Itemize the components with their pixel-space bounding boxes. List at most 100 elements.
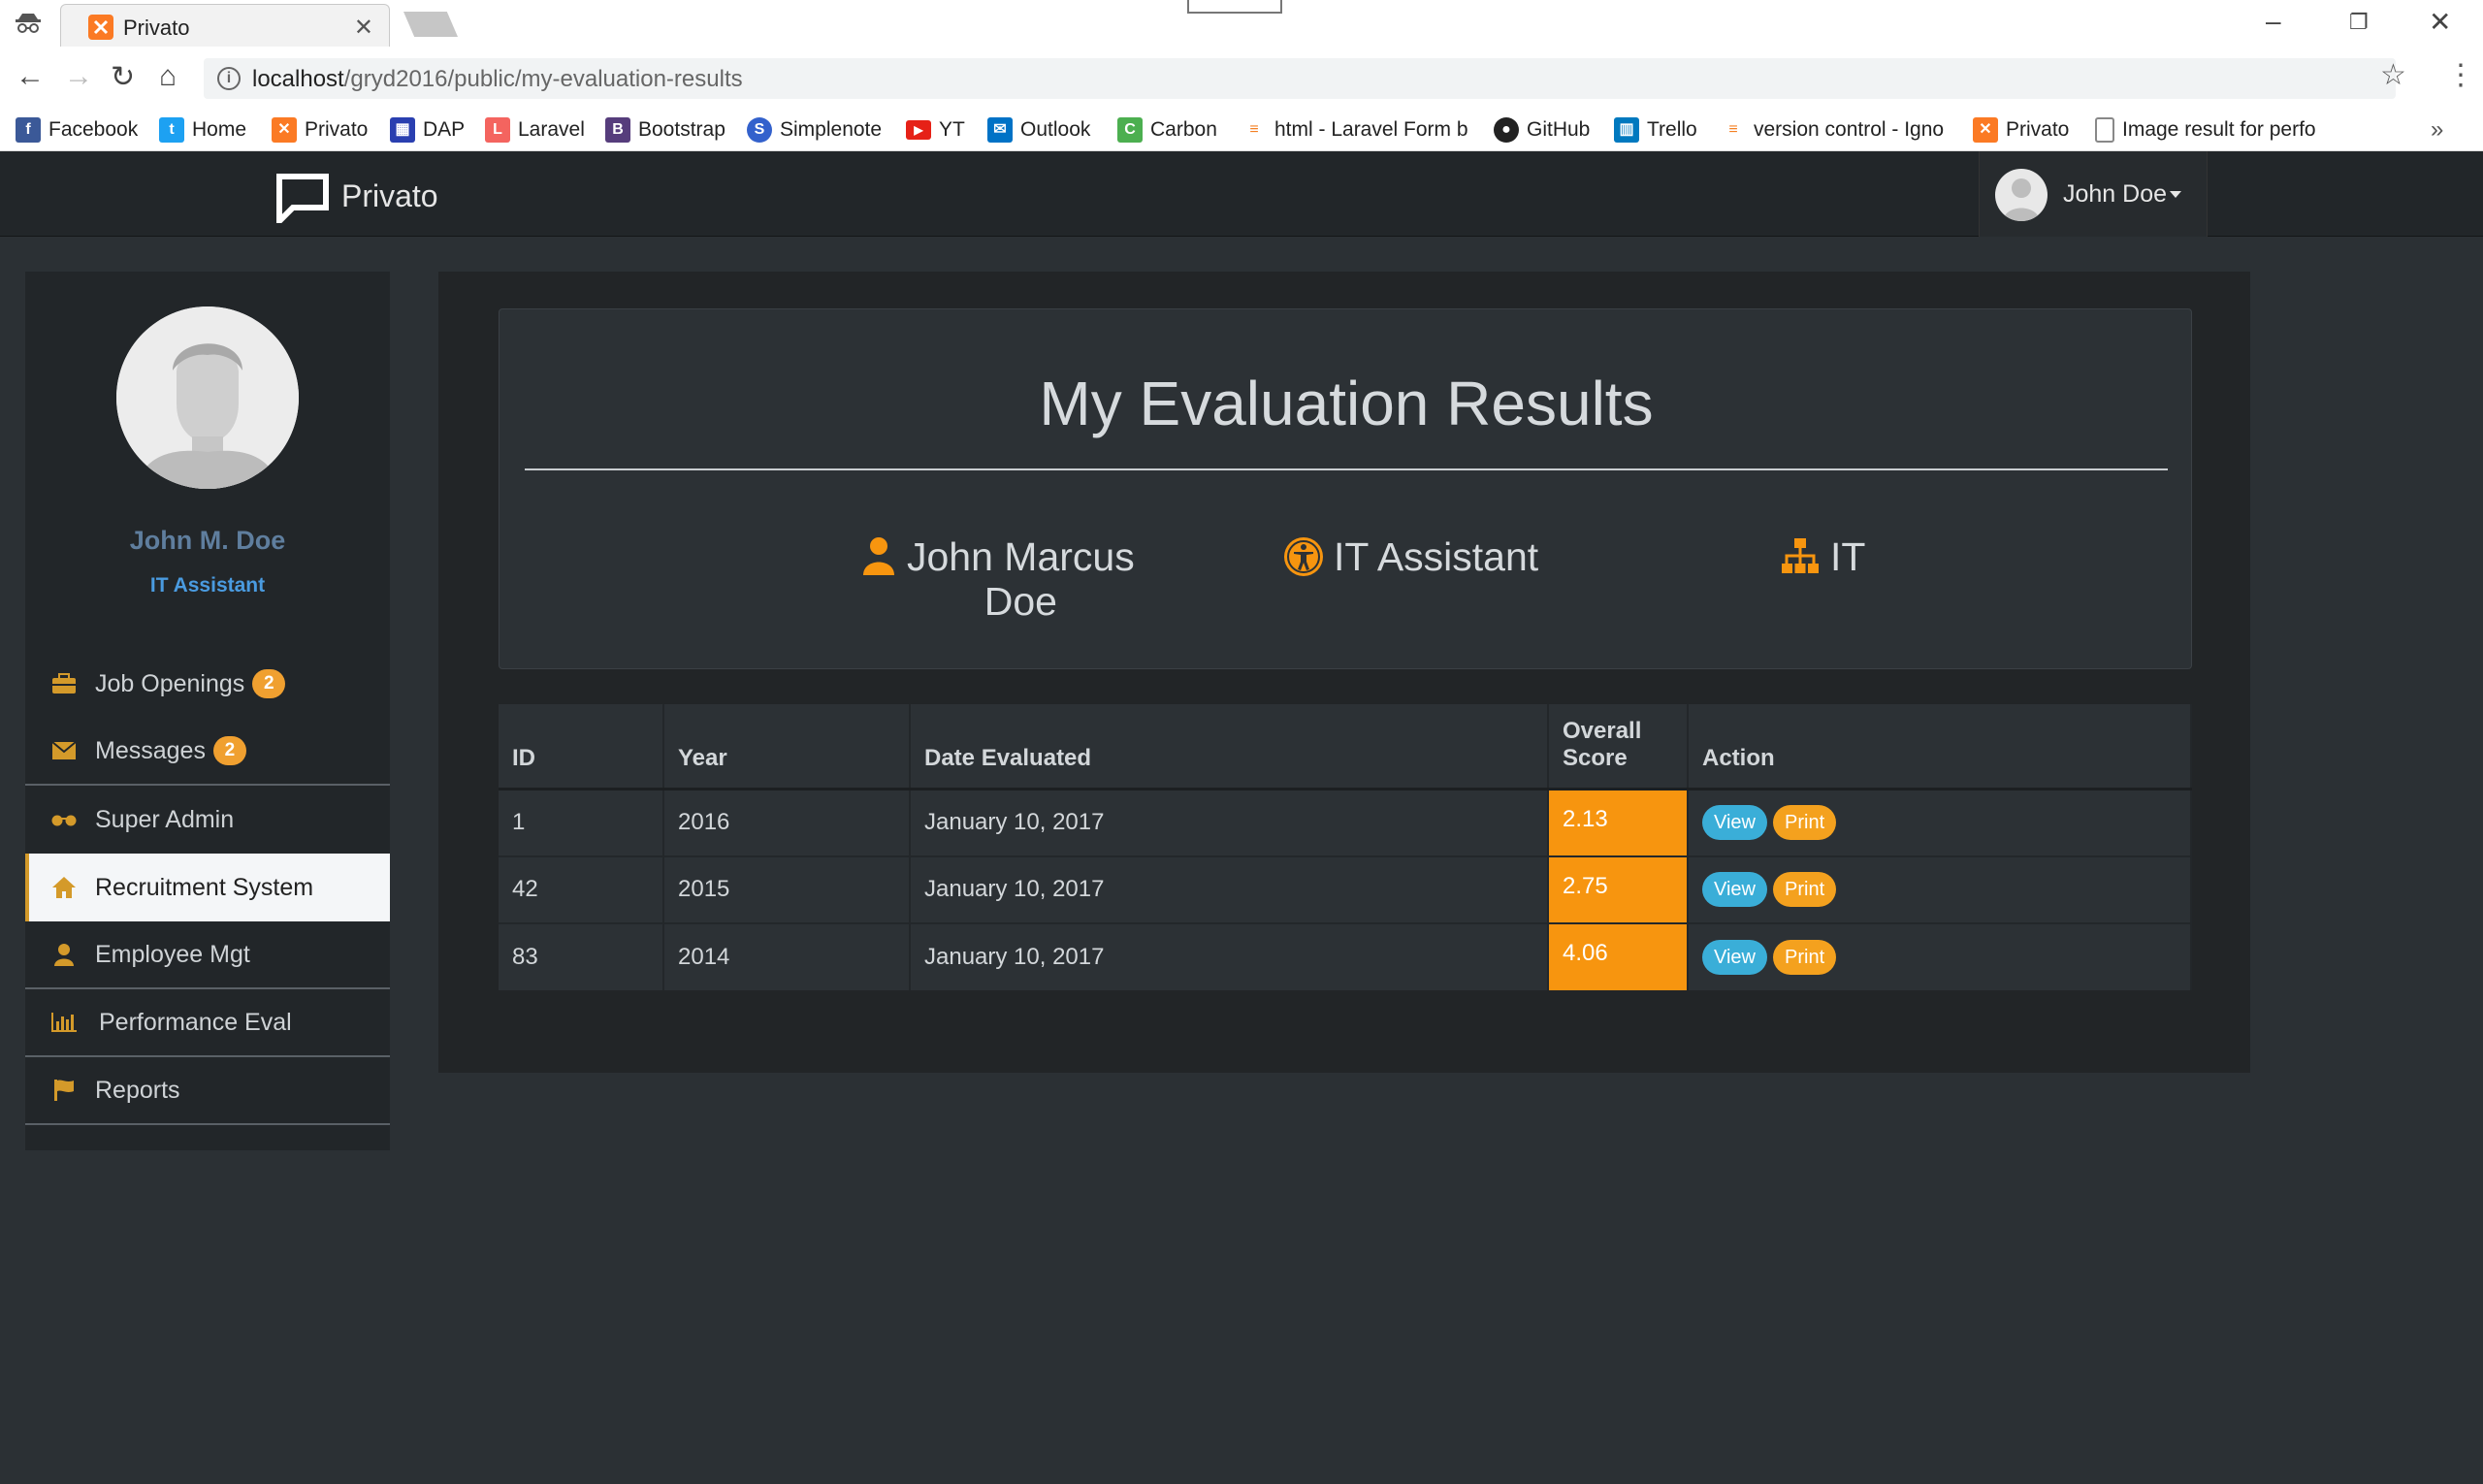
bookmark-label: GitHub <box>1527 118 1591 141</box>
menu-kebab-icon[interactable]: ⋮ <box>2446 58 2475 92</box>
restore-icon[interactable]: ❐ <box>2349 10 2369 35</box>
sidebar-item-employee-mgt[interactable]: Employee Mgt <box>25 921 390 989</box>
sidebar-item-job-openings[interactable]: Job Openings 2 <box>25 650 390 718</box>
sidebar-item-performance-eval[interactable]: Performance Eval <box>25 989 390 1057</box>
user-icon <box>862 536 895 577</box>
cell-score: 4.06 <box>1548 921 1689 990</box>
sidebar-item-super-admin[interactable]: Super Admin <box>25 786 390 854</box>
sidebar-item-label: Recruitment System <box>95 873 314 901</box>
header-line: Overall <box>1563 718 1642 744</box>
trello-icon: ▥ <box>1614 117 1639 143</box>
briefcase-icon <box>50 672 78 695</box>
bookmark-bootstrap[interactable]: B Bootstrap <box>605 114 726 145</box>
app-navbar: Privato John Doe <box>0 151 2483 237</box>
bookmark-github[interactable]: ● GitHub <box>1494 114 1590 145</box>
bookmark-carbon[interactable]: C Carbon <box>1117 114 1217 145</box>
column-header-overall-score[interactable]: Overall Score <box>1548 704 1689 790</box>
url-bar[interactable]: i localhost/gryd2016/public/my-evaluatio… <box>204 58 2396 99</box>
cell-score: 2.75 <box>1548 855 1689 923</box>
user-dropdown[interactable]: John Doe <box>1979 151 2208 237</box>
flag-icon <box>50 1079 78 1102</box>
table-row: 42 2015 January 10, 2017 2.75 View Print <box>499 855 2192 923</box>
browser-tab-bar: Privato ✕ – ❐ ✕ <box>0 0 2483 47</box>
column-header-year[interactable]: Year <box>663 704 911 790</box>
info-icon[interactable]: i <box>217 67 241 90</box>
count-badge: 2 <box>212 736 246 765</box>
tab-title: Privato <box>123 16 190 40</box>
sidebar-item-recruitment-system[interactable]: Recruitment System <box>25 854 390 921</box>
view-button[interactable]: View <box>1702 939 1767 975</box>
print-button[interactable]: Print <box>1773 939 1837 975</box>
bookmarks-overflow-icon[interactable]: » <box>2431 116 2443 144</box>
incognito-icon <box>14 12 43 35</box>
close-window-icon[interactable]: ✕ <box>2429 6 2451 38</box>
main-content: My Evaluation Results John Marcus Doe IT… <box>438 272 2250 1073</box>
bookmark-label: Home <box>192 118 247 141</box>
print-button[interactable]: Print <box>1773 872 1837 907</box>
bookmark-privato-2[interactable]: ✕ Privato <box>1973 114 2069 145</box>
accessibility-icon <box>1283 536 1323 577</box>
bookmark-stackoverflow-version[interactable]: ≡ version control - Igno <box>1721 114 1953 145</box>
sidebar-item-label: Messages <box>95 736 206 764</box>
address-toolbar: ← → ↻ ⌂ i localhost/gryd2016/public/my-e… <box>0 47 2483 111</box>
forward-icon[interactable]: → <box>64 60 93 93</box>
cell-actions: View Print <box>1688 789 2192 856</box>
bookmark-home[interactable]: t Home <box>159 114 246 145</box>
sidebar-item-label: Reports <box>95 1076 180 1104</box>
bookmark-stackoverflow-laravel[interactable]: ≡ html - Laravel Form b <box>1242 114 1472 145</box>
sitemap-icon <box>1780 536 1819 577</box>
bookmark-simplenote[interactable]: S Simplenote <box>747 114 882 145</box>
laravel-icon: L <box>485 117 510 143</box>
header-line: Score <box>1563 745 1628 771</box>
bookmark-trello[interactable]: ▥ Trello <box>1614 114 1697 145</box>
cell-date: January 10, 2017 <box>910 855 1549 923</box>
minimize-icon[interactable]: – <box>2266 6 2281 37</box>
tab-close-icon[interactable]: ✕ <box>354 14 373 42</box>
bookmark-label: Privato <box>2006 118 2070 141</box>
bar-chart-icon <box>50 1011 78 1034</box>
speech-bubble-logo-icon[interactable] <box>275 173 330 223</box>
sidebar-item-label: Performance Eval <box>99 1008 292 1036</box>
stackoverflow-icon: ≡ <box>1249 121 1259 138</box>
back-icon[interactable]: ← <box>16 60 45 93</box>
view-button[interactable]: View <box>1702 872 1767 907</box>
brand-name[interactable]: Privato <box>341 178 438 214</box>
bookmark-label: Carbon <box>1150 118 1217 141</box>
bootstrap-icon: B <box>605 117 630 143</box>
bookmark-star-icon[interactable]: ☆ <box>2380 58 2406 92</box>
bookmark-facebook[interactable]: f Facebook <box>16 114 138 145</box>
view-button[interactable]: View <box>1702 805 1767 841</box>
bookmark-laravel[interactable]: L Laravel <box>485 114 585 145</box>
sidebar-menu: Job Openings 2 Messages 2 Super Admin Re… <box>25 650 390 1125</box>
bookmark-dap[interactable]: ▦ DAP <box>390 114 465 145</box>
results-table: ID Year Date Evaluated Overall Score Acti… <box>499 704 2192 990</box>
bookmark-privato[interactable]: ✕ Privato <box>272 114 368 145</box>
sidebar-item-messages[interactable]: Messages 2 <box>25 718 390 786</box>
bookmark-image-result[interactable]: Image result for perfo <box>2095 114 2326 145</box>
page-icon <box>2095 117 2114 143</box>
xampp-icon: ✕ <box>272 117 297 143</box>
column-header-id[interactable]: ID <box>499 704 664 790</box>
home-icon[interactable]: ⌂ <box>159 60 177 93</box>
print-button[interactable]: Print <box>1773 805 1837 841</box>
bookmark-yt[interactable]: ▶ YT <box>906 114 965 145</box>
sidebar-item-label: Job Openings <box>95 669 245 697</box>
youtube-icon: ▶ <box>906 120 931 140</box>
user-icon <box>50 943 78 966</box>
sidebar: John M. Doe IT Assistant Job Openings 2 … <box>25 272 390 1150</box>
column-header-action[interactable]: Action <box>1688 704 2192 790</box>
stackoverflow-icon: ≡ <box>1728 121 1738 138</box>
bookmark-outlook[interactable]: ✉ Outlook <box>987 114 1090 145</box>
twitter-icon: t <box>159 117 184 143</box>
new-tab-button[interactable] <box>403 12 458 37</box>
profile-name: John M. Doe <box>129 526 286 555</box>
reload-icon[interactable]: ↻ <box>111 60 135 94</box>
browser-tab-privato[interactable]: Privato ✕ <box>60 4 390 47</box>
bookmark-label: Facebook <box>48 118 139 141</box>
department-info: IT <box>1780 534 1865 580</box>
page-title: My Evaluation Results <box>1039 369 1654 438</box>
sidebar-item-reports[interactable]: Reports <box>25 1057 390 1125</box>
url-text[interactable]: localhost/gryd2016/public/my-evaluation-… <box>252 66 743 93</box>
column-header-date-evaluated[interactable]: Date Evaluated <box>910 704 1549 790</box>
bookmark-label: version control - Igno <box>1754 118 1945 141</box>
